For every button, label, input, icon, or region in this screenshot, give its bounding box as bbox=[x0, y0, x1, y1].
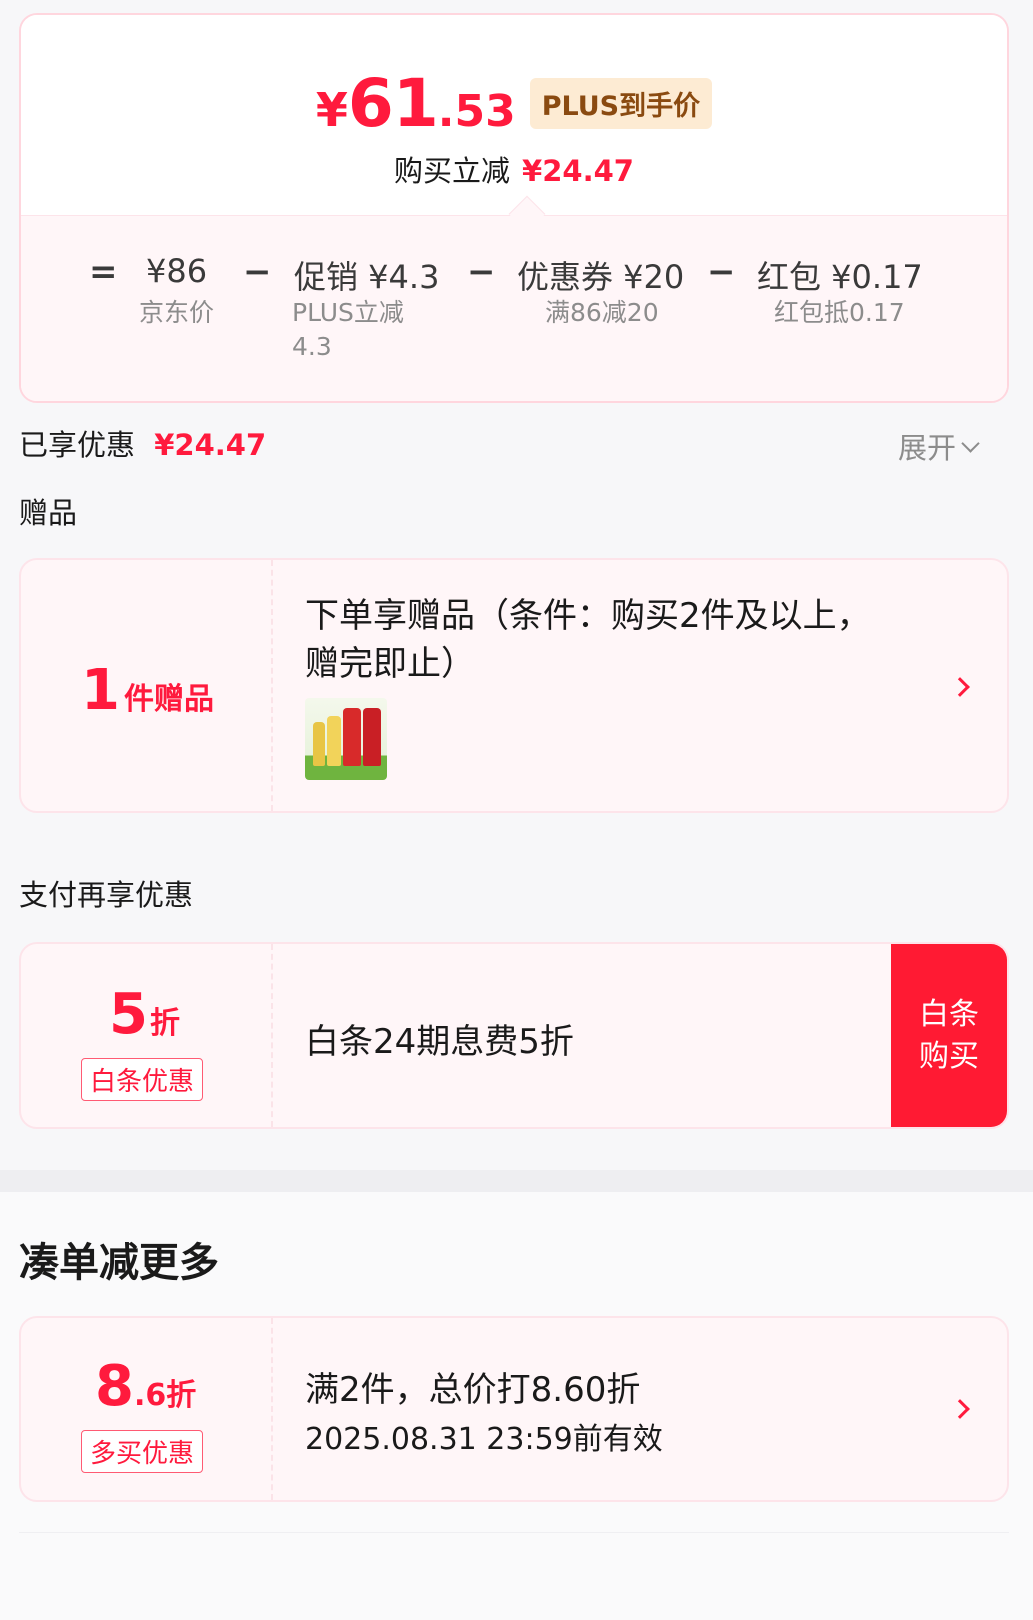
promo-value: 促销 ¥4.3 bbox=[294, 258, 440, 296]
chevron-right-icon[interactable] bbox=[950, 677, 970, 697]
final-price: ¥ 61 .53 bbox=[316, 65, 516, 142]
minus-sign: − bbox=[467, 252, 496, 292]
saving-amount: ¥24.47 bbox=[522, 154, 634, 188]
final-price-row: ¥ 61 .53 PLUS到手价 bbox=[21, 65, 1007, 142]
coupon-condition: 满86减20 bbox=[545, 298, 659, 327]
plus-discount-amount: 4.3 bbox=[292, 332, 332, 361]
minus-sign: − bbox=[707, 252, 736, 292]
bottom-divider bbox=[19, 1532, 1009, 1533]
enjoyed-discount: 已享优惠 ¥24.47 bbox=[19, 422, 266, 464]
bundle-discount-int: 8 bbox=[95, 1354, 134, 1419]
bundle-info: 满2件，总价打8.60折 2025.08.31 23:59前有效 bbox=[275, 1318, 1007, 1500]
saving-label: 购买立减 bbox=[394, 154, 511, 188]
bundle-heading: 凑单减更多 bbox=[19, 1240, 219, 1286]
minus-sign: − bbox=[243, 252, 272, 292]
discount-detail-page: ¥ 61 .53 PLUS到手价 购买立减 ¥24.47 = ¥86 − 促销 ¥… bbox=[0, 0, 1033, 1620]
baitiao-discount-number: 5 bbox=[109, 982, 148, 1047]
gift-count-area: 1 件赠品 bbox=[21, 560, 273, 811]
gift-card[interactable]: 1 件赠品 下单享赠品（条件：购买2件及以上， 赠完即止） bbox=[19, 558, 1009, 813]
price-summary-card: ¥ 61 .53 PLUS到手价 购买立减 ¥24.47 = ¥86 − 促销 ¥… bbox=[19, 13, 1009, 403]
baitiao-discount: 5 折 bbox=[109, 982, 180, 1047]
bundle-discount-unit: 折 bbox=[166, 1378, 197, 1413]
gift-info: 下单享赠品（条件：购买2件及以上， 赠完即止） bbox=[275, 560, 1007, 811]
currency-symbol: ¥ bbox=[315, 83, 348, 137]
pay-offer-heading: 支付再享优惠 bbox=[19, 878, 194, 912]
gift-count: 1 件赠品 bbox=[81, 658, 214, 723]
red-packet-value: 红包 ¥0.17 bbox=[757, 258, 923, 296]
gift-product-image[interactable] bbox=[305, 698, 387, 780]
gift-title-line: 下单享赠品（条件：购买2件及以上， bbox=[305, 596, 871, 636]
equals-sign: = bbox=[89, 252, 118, 292]
bundle-badge: 多买优惠 bbox=[81, 1430, 204, 1473]
bundle-validity: 2025.08.31 23:59前有效 bbox=[305, 1422, 663, 1457]
bundle-offer-card[interactable]: 8 .6 折 多买优惠 满2件，总价打8.60折 2025.08.31 23:5… bbox=[19, 1316, 1009, 1502]
baitiao-title: 白条24期息费5折 bbox=[305, 1022, 574, 1062]
bundle-discount-dec: .6 bbox=[133, 1378, 167, 1413]
gift-count-unit: 件赠品 bbox=[123, 682, 214, 717]
gift-count-number: 1 bbox=[81, 658, 120, 723]
price-integer: 61 bbox=[347, 65, 439, 142]
baitiao-info: 白条24期息费5折 白条 购买 bbox=[275, 944, 1007, 1127]
enjoyed-label: 已享优惠 bbox=[19, 428, 136, 462]
chevron-right-icon[interactable] bbox=[950, 1399, 970, 1419]
baitiao-discount-area: 5 折 白条优惠 bbox=[21, 944, 273, 1127]
section-divider bbox=[0, 1170, 1033, 1192]
plus-discount-label: PLUS立减 bbox=[292, 298, 404, 327]
baitiao-badge: 白条优惠 bbox=[81, 1058, 204, 1101]
baitiao-buy-button[interactable]: 白条 购买 bbox=[891, 944, 1007, 1127]
buy-button-line: 购买 bbox=[919, 1038, 979, 1074]
chevron-down-icon bbox=[961, 433, 980, 453]
price-breakdown: = ¥86 − 促销 ¥4.3 − 优惠券 ¥20 − 红包 ¥0.17 京东价… bbox=[21, 215, 1007, 401]
baitiao-offer-card[interactable]: 5 折 白条优惠 白条24期息费5折 白条 购买 bbox=[19, 942, 1009, 1129]
red-packet-label: 红包抵0.17 bbox=[774, 298, 905, 327]
final-price-area: ¥ 61 .53 PLUS到手价 购买立减 ¥24.47 bbox=[21, 15, 1007, 215]
price-decimal: .53 bbox=[437, 86, 516, 137]
enjoyed-amount: ¥24.47 bbox=[154, 428, 267, 462]
gift-title-line: 赠完即止） bbox=[305, 644, 475, 684]
coupon-value: 优惠券 ¥20 bbox=[517, 258, 685, 296]
expand-toggle[interactable]: 展开 bbox=[897, 425, 980, 467]
baitiao-discount-unit: 折 bbox=[149, 1006, 180, 1041]
bundle-discount: 8 .6 折 bbox=[95, 1354, 196, 1419]
jd-price-value: ¥86 bbox=[146, 252, 208, 290]
gifts-heading: 赠品 bbox=[19, 496, 78, 530]
bundle-title: 满2件，总价打8.60折 bbox=[305, 1370, 641, 1410]
jd-price-label: 京东价 bbox=[139, 298, 215, 327]
saving-row: 购买立减 ¥24.47 bbox=[21, 148, 1007, 190]
plus-price-tag: PLUS到手价 bbox=[529, 78, 713, 129]
gift-title: 下单享赠品（条件：购买2件及以上， 赠完即止） bbox=[305, 592, 871, 688]
bundle-discount-area: 8 .6 折 多买优惠 bbox=[21, 1318, 273, 1500]
buy-button-line: 白条 bbox=[919, 996, 979, 1032]
expand-label: 展开 bbox=[897, 431, 956, 465]
